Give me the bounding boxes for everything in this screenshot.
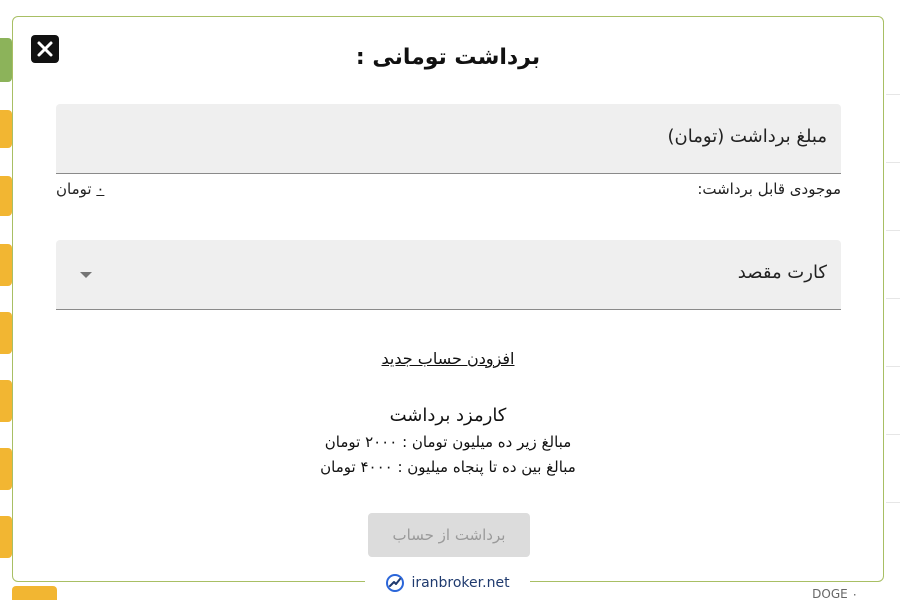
balance-value: ۰ تومان — [56, 180, 104, 198]
withdraw-button[interactable]: برداشت از حساب — [368, 513, 530, 557]
background-tab — [0, 312, 12, 354]
background-tab — [0, 516, 12, 558]
background-divider — [886, 298, 900, 299]
destination-card-label: کارت مقصد — [737, 262, 827, 283]
background-tab — [0, 380, 12, 422]
background-divider — [886, 94, 900, 95]
chevron-down-icon — [80, 272, 92, 278]
background-tab — [0, 176, 12, 216]
fee-title: کارمزد برداشت — [389, 405, 507, 426]
amount-input-label: مبلغ برداشت (تومان) — [667, 126, 827, 147]
background-tab — [0, 448, 12, 490]
background-divider — [886, 366, 900, 367]
balance-amount: ۰ — [96, 180, 105, 198]
balance-label: موجودی قابل برداشت: — [697, 180, 841, 198]
background-divider — [886, 502, 900, 503]
background-tab — [0, 110, 12, 148]
modal-title: برداشت تومانی : — [355, 45, 541, 70]
background-chip — [12, 586, 57, 600]
add-account-row: افزودن حساب جدید — [13, 349, 883, 368]
amount-input[interactable]: مبلغ برداشت (تومان) — [56, 104, 841, 174]
background-divider — [886, 434, 900, 435]
destination-card-select[interactable]: کارت مقصد — [56, 240, 841, 310]
background-tab — [0, 244, 12, 286]
trend-logo-icon — [386, 574, 405, 592]
fee-info: کارمزد برداشت مبالغ زیر ده میلیون تومان … — [13, 405, 883, 480]
background-divider — [886, 162, 900, 163]
balance-row: موجودی قابل برداشت: ۰ تومان — [56, 180, 841, 202]
add-account-link[interactable]: افزودن حساب جدید — [382, 349, 515, 368]
withdraw-modal: برداشت تومانی : مبلغ برداشت (تومان) موجو… — [12, 16, 884, 582]
watermark-text: iranbroker.net — [411, 575, 510, 591]
watermark: iranbroker.net — [365, 572, 530, 594]
balance-unit: تومان — [56, 180, 92, 198]
background-tab-green — [0, 38, 12, 82]
fee-line: مبالغ زیر ده میلیون تومان : ۲۰۰۰ تومان — [324, 433, 572, 451]
fee-line: مبالغ بین ده تا پنجاه میلیون : ۴۰۰۰ توما… — [320, 458, 576, 476]
background-divider — [886, 230, 900, 231]
